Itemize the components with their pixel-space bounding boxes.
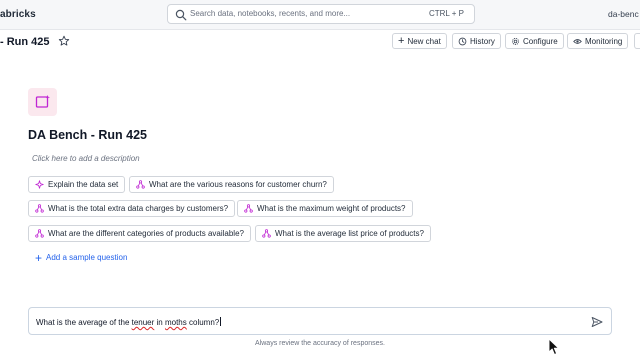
new-chat-label: New chat [407, 36, 441, 46]
monitoring-button[interactable]: Monitoring [567, 33, 629, 49]
star-icon[interactable] [58, 35, 70, 47]
space-title[interactable]: DA Bench - Run 425 [28, 128, 147, 142]
chat-input[interactable]: What is the average of the tenuer in mot… [28, 307, 612, 335]
configure-button[interactable]: Configure [505, 33, 564, 49]
mouse-cursor-icon [548, 338, 559, 355]
data-flow-icon [244, 204, 253, 213]
plus-icon: + [35, 250, 43, 265]
data-flow-icon [262, 229, 271, 238]
suggestion-label: What are the different categories of pro… [48, 229, 244, 238]
suggestion-label: What are the various reasons for custome… [149, 180, 327, 189]
add-sample-question-link[interactable]: + Add a sample question [35, 250, 128, 265]
suggestion-label: Explain the data set [48, 180, 119, 189]
chat-text-segment: in [154, 318, 165, 327]
suggestion-chip[interactable]: What are the different categories of pro… [28, 225, 251, 242]
top-bar: abricks Search data, notebooks, recents,… [0, 0, 640, 30]
page-title: - Run 425 [0, 36, 50, 48]
brand-logo-text[interactable]: abricks [0, 9, 36, 20]
sparkle-icon [35, 180, 44, 189]
chat-input-text: What is the average of the tenuer in mot… [36, 317, 222, 327]
search-placeholder: Search data, notebooks, recents, and mor… [190, 9, 351, 18]
plus-icon: + [398, 34, 405, 47]
search-icon [175, 9, 187, 21]
workspace-name[interactable]: da-benc [608, 9, 639, 19]
monitoring-label: Monitoring [585, 36, 623, 46]
suggestion-label: What is the total extra data charges by … [48, 204, 229, 213]
search-shortcut: CTRL + P [428, 9, 464, 18]
description-placeholder[interactable]: Click here to add a description [32, 154, 140, 163]
gear-icon [512, 37, 519, 45]
suggestion-label: What is the maximum weight of products? [257, 204, 406, 213]
data-flow-icon [35, 204, 44, 213]
chat-text-segment: What is the average of the [36, 318, 132, 327]
more-options-button[interactable] [634, 33, 640, 49]
history-icon [458, 37, 467, 45]
eye-icon [573, 38, 582, 44]
suggestion-chip[interactable]: What is the maximum weight of products? [237, 200, 413, 217]
chat-text-segment: column? [186, 318, 220, 327]
sparkle-chat-icon [35, 95, 50, 108]
search-bar[interactable]: Search data, notebooks, recents, and mor… [167, 4, 475, 24]
suggestion-chip[interactable]: What are the various reasons for custome… [129, 176, 334, 193]
history-label: History [470, 36, 495, 46]
send-icon[interactable] [591, 316, 603, 328]
history-button[interactable]: History [452, 33, 501, 49]
configure-label: Configure [523, 36, 558, 46]
new-chat-button[interactable]: + New chat [392, 33, 447, 49]
suggestion-chip[interactable]: What is the total extra data charges by … [28, 200, 236, 217]
misspelled-word: moths [164, 318, 187, 327]
data-flow-icon [35, 229, 44, 238]
suggestion-chip[interactable]: Explain the data set [28, 176, 126, 193]
suggestion-label: What is the average list price of produc… [275, 229, 424, 238]
disclaimer-text: Always review the accuracy of responses. [255, 340, 385, 347]
space-icon [28, 88, 57, 116]
suggestion-chip[interactable]: What is the average list price of produc… [255, 225, 431, 242]
misspelled-word: tenuer [131, 318, 155, 327]
text-caret [220, 317, 222, 326]
data-flow-icon [136, 180, 145, 189]
add-sample-question-label: Add a sample question [46, 253, 128, 262]
